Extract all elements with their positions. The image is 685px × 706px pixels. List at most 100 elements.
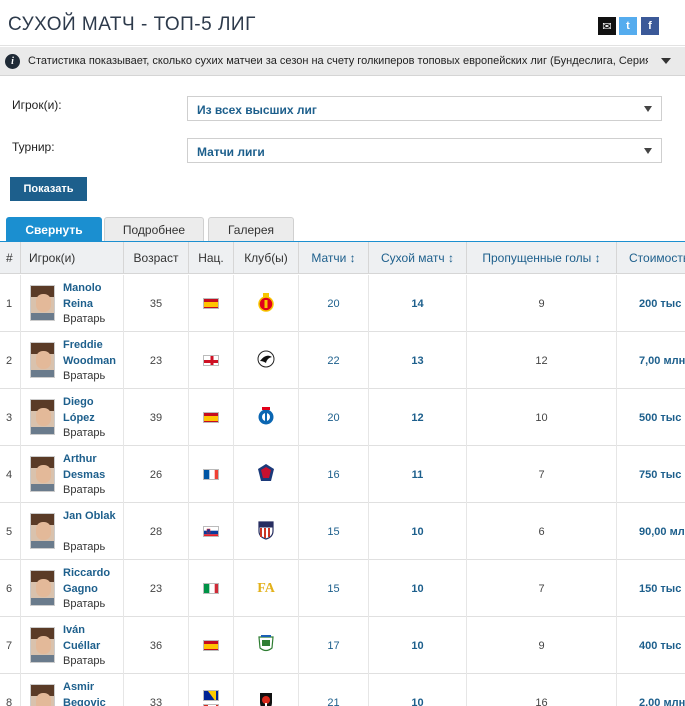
tab-gallery[interactable]: Галерея xyxy=(208,217,294,242)
player-name-link[interactable]: Freddie Woodman xyxy=(63,337,123,369)
club-crest-icon[interactable] xyxy=(257,634,275,657)
player-filter-label: Игрок(и): xyxy=(12,98,62,112)
page-header: СУХОЙ МАТЧ - ТОП-5 ЛИГ ✉ t f xyxy=(0,0,685,46)
twitter-icon[interactable]: t xyxy=(619,17,637,35)
conceded-cell: 16 xyxy=(467,674,617,706)
club-crest-icon[interactable] xyxy=(257,349,275,372)
clean-sheets-cell[interactable]: 11 xyxy=(369,446,467,503)
conceded-cell: 12 xyxy=(467,332,617,389)
age-cell: 23 xyxy=(124,332,189,389)
tournament-filter-label: Турнир: xyxy=(12,140,55,154)
club-crest-icon[interactable] xyxy=(257,691,275,706)
mail-icon[interactable]: ✉ xyxy=(598,17,616,35)
clean-sheets-cell[interactable]: 13 xyxy=(369,332,467,389)
table-row: 7 Iván Cuéllar Вратарь 36 17 10 9 400 ты… xyxy=(0,617,685,674)
chevron-down-icon xyxy=(644,106,652,112)
column-conceded[interactable]: Пропущенные голы ↕ xyxy=(467,242,617,274)
clean-sheets-cell[interactable]: 10 xyxy=(369,503,467,560)
player-position: Вратарь xyxy=(63,655,106,667)
player-select[interactable]: Из всех высших лиг xyxy=(187,96,662,121)
club-crest-icon[interactable]: FA xyxy=(257,577,276,600)
player-name-link[interactable]: Iván Cuéllar xyxy=(63,622,123,654)
age-cell: 35 xyxy=(124,275,189,332)
matches-cell[interactable]: 20 xyxy=(299,389,369,446)
club-cell xyxy=(234,389,299,446)
club-crest-icon[interactable] xyxy=(257,406,275,429)
chevron-down-icon xyxy=(644,148,652,154)
player-photo[interactable] xyxy=(30,342,55,378)
flag-icon-es xyxy=(203,412,219,423)
table-row: 1 Manolo Reina Вратарь 35 20 14 9 200 ты… xyxy=(0,275,685,332)
tab-details[interactable]: Подробнее xyxy=(104,217,204,242)
rank-cell: 1 xyxy=(0,275,21,332)
clean-sheets-cell[interactable]: 14 xyxy=(369,275,467,332)
player-position: Вратарь xyxy=(63,370,106,382)
clean-sheets-cell[interactable]: 10 xyxy=(369,674,467,706)
rank-cell: 7 xyxy=(0,617,21,674)
flag-icon-es xyxy=(203,298,219,309)
chevron-down-icon[interactable] xyxy=(661,58,671,64)
player-cell: Manolo Reina Вратарь xyxy=(21,275,124,332)
age-cell: 26 xyxy=(124,446,189,503)
clean-sheets-cell[interactable]: 10 xyxy=(369,560,467,617)
conceded-cell: 9 xyxy=(467,617,617,674)
market-value-cell: 2,00 млн xyxy=(639,696,685,706)
player-name-link[interactable]: Diego López xyxy=(63,394,123,426)
rank-cell: 6 xyxy=(0,560,21,617)
facebook-icon[interactable]: f xyxy=(641,17,659,35)
column-nationality: Нац. xyxy=(189,242,234,274)
matches-cell[interactable]: 22 xyxy=(299,332,369,389)
clean-sheets-cell[interactable]: 12 xyxy=(369,389,467,446)
table-row: 2 Freddie Woodman Вратарь 23 22 13 12 7,… xyxy=(0,332,685,389)
player-photo[interactable] xyxy=(30,570,55,606)
player-photo[interactable] xyxy=(30,285,55,321)
column-clean-sheets[interactable]: Сухой матч ↕ xyxy=(369,242,467,274)
rank-cell: 8 xyxy=(0,674,21,706)
table-row: 5 Jan Oblak Вратарь 28 15 10 6 90,00 млн xyxy=(0,503,685,560)
clean-sheets-cell[interactable]: 10 xyxy=(369,617,467,674)
player-photo[interactable] xyxy=(30,513,55,549)
show-button[interactable]: Показать xyxy=(10,177,87,201)
table-row: 4 Arthur Desmas Вратарь 26 16 11 7 750 т… xyxy=(0,446,685,503)
tab-collapse[interactable]: Свернуть xyxy=(6,217,102,242)
club-cell xyxy=(234,332,299,389)
matches-cell[interactable]: 20 xyxy=(299,275,369,332)
column-matches[interactable]: Матчи ↕ xyxy=(299,242,369,274)
market-value-cell: 400 тыс xyxy=(639,639,682,652)
flag-icon-es xyxy=(203,640,219,651)
player-name-link[interactable]: Jan Oblak xyxy=(63,508,123,524)
player-photo[interactable] xyxy=(30,456,55,492)
player-name-link[interactable]: Asmir Begovic xyxy=(63,679,123,706)
matches-cell[interactable]: 15 xyxy=(299,503,369,560)
rank-cell: 2 xyxy=(0,332,21,389)
svg-text:FA: FA xyxy=(257,581,275,596)
matches-cell[interactable]: 16 xyxy=(299,446,369,503)
player-cell: Arthur Desmas Вратарь xyxy=(21,446,124,503)
market-value-cell: 200 тыс xyxy=(639,297,682,310)
player-photo[interactable] xyxy=(30,684,55,706)
player-position: Вратарь xyxy=(63,598,106,610)
player-photo[interactable] xyxy=(30,399,55,435)
player-cell: Iván Cuéllar Вратарь xyxy=(21,617,124,674)
club-cell xyxy=(234,674,299,706)
column-player: Игрок(и) xyxy=(21,242,124,274)
player-name-link[interactable]: Arthur Desmas xyxy=(63,451,123,483)
player-name-link[interactable]: Manolo Reina xyxy=(63,280,123,312)
rank-cell: 5 xyxy=(0,503,21,560)
matches-cell[interactable]: 21 xyxy=(299,674,369,706)
conceded-cell: 7 xyxy=(467,446,617,503)
page-title: СУХОЙ МАТЧ - ТОП-5 ЛИГ xyxy=(8,14,256,35)
club-crest-icon[interactable] xyxy=(257,292,275,315)
player-name-link[interactable]: Riccardo Gagno xyxy=(63,565,123,597)
matches-cell[interactable]: 17 xyxy=(299,617,369,674)
info-bar[interactable]: i Статистика показывает, сколько сухих м… xyxy=(0,47,685,76)
club-crest-icon[interactable] xyxy=(257,463,275,486)
player-photo[interactable] xyxy=(30,627,55,663)
tournament-select[interactable]: Матчи лиги xyxy=(187,138,662,163)
matches-cell[interactable]: 15 xyxy=(299,560,369,617)
column-age: Возраст xyxy=(124,242,189,274)
nationality-cell xyxy=(189,275,234,332)
nationality-cell xyxy=(189,674,234,706)
club-crest-icon[interactable] xyxy=(257,520,275,543)
info-text: Статистика показывает, сколько сухих мат… xyxy=(28,55,648,67)
